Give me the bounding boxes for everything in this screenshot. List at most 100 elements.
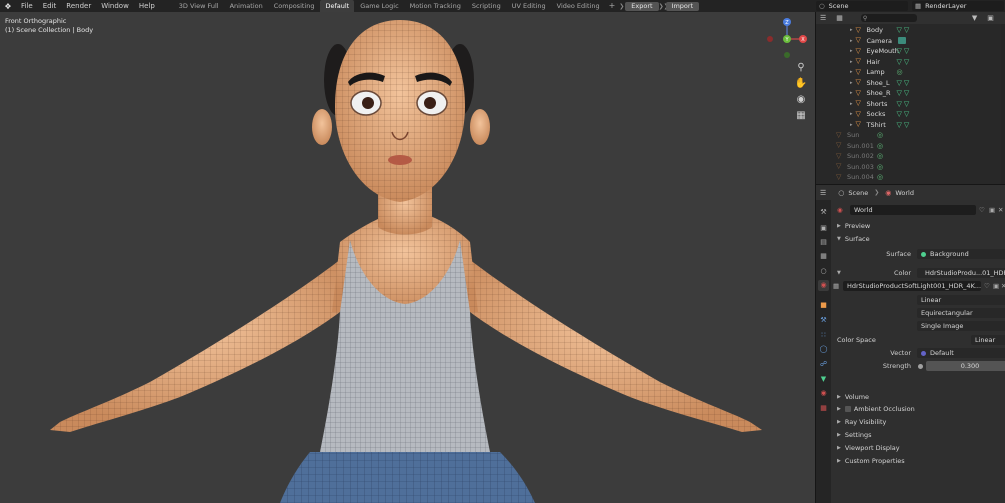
workspace-tab-scripting[interactable]: Scripting	[467, 0, 506, 12]
preview-panel-header[interactable]: ▶ Preview	[831, 220, 1005, 232]
camera-view-icon[interactable]: ◉	[793, 94, 809, 106]
modifier-icon[interactable]: ▽	[897, 47, 902, 55]
expand-arrow-icon[interactable]: ▸	[850, 111, 853, 117]
texture-tab-icon[interactable]: ▦	[818, 403, 829, 414]
expand-arrow-icon[interactable]: ▸	[850, 101, 853, 107]
expand-arrow-icon[interactable]: ▸	[850, 90, 853, 96]
image-fake-user-icon[interactable]: ♡	[984, 282, 990, 290]
mesh-data-icon[interactable]: ▽	[904, 47, 909, 55]
outliner-item-tshirt[interactable]: ▸ ▽ TShirt ▽ ▽	[850, 120, 909, 131]
object-data-tab-icon[interactable]: ▼	[818, 374, 829, 385]
workspace-tab-compositing[interactable]: Compositing	[269, 0, 320, 12]
ambient-occlusion-panel-header[interactable]: ▶ Ambient Occlusion	[831, 403, 1005, 415]
render-layer-selector[interactable]: ▦ RenderLayer	[912, 1, 1004, 11]
material-tab-icon[interactable]: ◉	[818, 388, 829, 399]
camera-data-icon[interactable]	[897, 37, 906, 45]
interpolation-dropdown[interactable]: Linear ▼	[917, 295, 1005, 305]
tool-tab-icon[interactable]: ⚒	[818, 207, 829, 218]
outliner-item-lamp[interactable]: ▸ ▽ Lamp ◎	[850, 67, 903, 78]
editor-type-icon[interactable]: ☰	[820, 14, 826, 22]
add-workspace-button[interactable]: +	[606, 0, 619, 12]
render-tab-icon[interactable]: ▣	[818, 223, 829, 234]
light-data-icon[interactable]: ◎	[897, 68, 903, 76]
surface-shader-field[interactable]: Background	[917, 249, 1005, 259]
outliner-item-body[interactable]: ▸ ▽ Body ▽ ▽	[850, 25, 909, 36]
outliner-item-sun[interactable]: ▽ Sun ◎	[836, 130, 883, 141]
outliner-item-camera[interactable]: ▸ ▽ Camera	[850, 36, 906, 47]
menu-edit[interactable]: Edit	[38, 0, 62, 12]
blender-logo-icon[interactable]: ❖	[0, 0, 16, 12]
light-data-icon[interactable]: ◎	[877, 152, 883, 160]
light-data-icon[interactable]: ◎	[877, 131, 883, 139]
view-layer-tab-icon[interactable]: ▦	[818, 251, 829, 262]
expand-arrow-icon[interactable]: ▸	[850, 38, 853, 44]
particles-tab-icon[interactable]: ∷	[818, 330, 829, 341]
pan-hand-icon[interactable]: ✋	[793, 78, 809, 90]
outliner-item-shorts[interactable]: ▸ ▽ Shorts ▽ ▽	[850, 99, 909, 110]
outliner-item-eyemouth[interactable]: ▸ ▽ EyeMouth ▽ ▽	[850, 46, 909, 57]
perspective-grid-icon[interactable]: ▦	[793, 110, 809, 122]
modifier-icon[interactable]: ▽	[897, 89, 902, 97]
expand-arrow-icon[interactable]: ▸	[850, 27, 853, 33]
vector-input-field[interactable]: Default	[917, 348, 1005, 358]
mesh-data-icon[interactable]: ▽	[904, 100, 909, 108]
surface-panel-header[interactable]: ▼ Surface	[831, 233, 1005, 245]
modifier-icon[interactable]: ▽	[897, 110, 902, 118]
modifier-icon[interactable]: ▽	[897, 26, 902, 34]
viewport-display-panel-header[interactable]: ▶ Viewport Display	[831, 442, 1005, 454]
outliner-item-socks[interactable]: ▸ ▽ Socks ▽ ▽	[850, 109, 909, 120]
expand-arrow-icon[interactable]: ▸	[850, 69, 853, 75]
outliner-item-shoe_r[interactable]: ▸ ▽ Shoe_R ▽ ▽	[850, 88, 909, 99]
mesh-data-icon[interactable]: ▽	[904, 110, 909, 118]
image-source-dropdown[interactable]: Single Image ▼	[917, 321, 1005, 331]
modifier-icon[interactable]: ▽	[897, 79, 902, 87]
light-data-icon[interactable]: ◎	[877, 163, 883, 171]
modifier-tab-icon[interactable]: ⚒	[818, 315, 829, 326]
world-tab-icon[interactable]: ◉	[818, 280, 829, 291]
scene-tab-icon[interactable]: ○	[818, 266, 829, 277]
menu-window[interactable]: Window	[96, 0, 134, 12]
zoom-icon[interactable]: ⚲	[793, 62, 809, 74]
display-mode-icon[interactable]: ▦	[836, 14, 843, 22]
mesh-data-icon[interactable]: ▽	[904, 58, 909, 66]
modifier-icon[interactable]: ▽	[897, 121, 902, 129]
settings-panel-header[interactable]: ▶ Settings	[831, 429, 1005, 441]
expand-arrow-icon[interactable]: ▸	[850, 48, 853, 54]
properties-editor-icon[interactable]: ☰	[820, 189, 826, 197]
object-tab-icon[interactable]: ■	[818, 300, 829, 311]
filter-icon[interactable]: ▼	[972, 14, 977, 22]
duplicate-icon[interactable]: ▣	[989, 206, 995, 214]
constraints-tab-icon[interactable]: ☍	[818, 359, 829, 370]
outliner-search-input[interactable]: ⚲	[860, 14, 917, 22]
ray-visibility-panel-header[interactable]: ▶ Ray Visibility	[831, 416, 1005, 428]
custom-properties-panel-header[interactable]: ▶ Custom Properties	[831, 455, 1005, 467]
modifier-icon[interactable]: ▽	[897, 58, 902, 66]
import-button[interactable]: Import	[665, 1, 700, 11]
outliner-item-sun-002[interactable]: ▽ Sun.002 ◎	[836, 151, 883, 162]
physics-tab-icon[interactable]: ◯	[818, 344, 829, 355]
outliner-item-shoe_l[interactable]: ▸ ▽ Shoe_L ▽ ▽	[850, 78, 909, 89]
unlink-icon[interactable]: ✕	[998, 206, 1003, 214]
image-unlink-icon[interactable]: ✕	[1001, 282, 1005, 290]
image-icon[interactable]: ▦	[833, 282, 839, 290]
light-data-icon[interactable]: ◎	[877, 142, 883, 150]
outliner-item-sun-003[interactable]: ▽ Sun.003 ◎	[836, 162, 883, 173]
mesh-data-icon[interactable]: ▽	[904, 26, 909, 34]
workspace-tab-animation[interactable]: Animation	[225, 0, 268, 12]
light-data-icon[interactable]: ◎	[877, 173, 883, 181]
world-datablock-icon[interactable]: ◉	[837, 206, 843, 214]
3d-viewport[interactable]: Front Orthographic (1) Scene Collection …	[0, 12, 815, 503]
outliner-scrollbar[interactable]	[1001, 24, 1005, 184]
outliner-item-sun-001[interactable]: ▽ Sun.001 ◎	[836, 141, 883, 152]
mesh-data-icon[interactable]: ▽	[904, 89, 909, 97]
expand-arrow-icon[interactable]: ▸	[850, 59, 853, 65]
new-collection-icon[interactable]: ▣	[987, 14, 994, 22]
world-name-field[interactable]: World	[850, 205, 976, 215]
workspace-tab-uv-editing[interactable]: UV Editing	[507, 0, 551, 12]
color-texture-field[interactable]: HdrStudioProdu...01_HDR_4K.exr	[917, 268, 1005, 278]
menu-render[interactable]: Render	[61, 0, 96, 12]
workspace-tab-3d-view-full[interactable]: 3D View Full	[174, 0, 224, 12]
image-name-field[interactable]: HdrStudioProductSoftLight001_HDR_4K...	[843, 281, 981, 291]
expand-arrow-icon[interactable]: ▸	[850, 80, 853, 86]
modifier-icon[interactable]: ▽	[897, 100, 902, 108]
